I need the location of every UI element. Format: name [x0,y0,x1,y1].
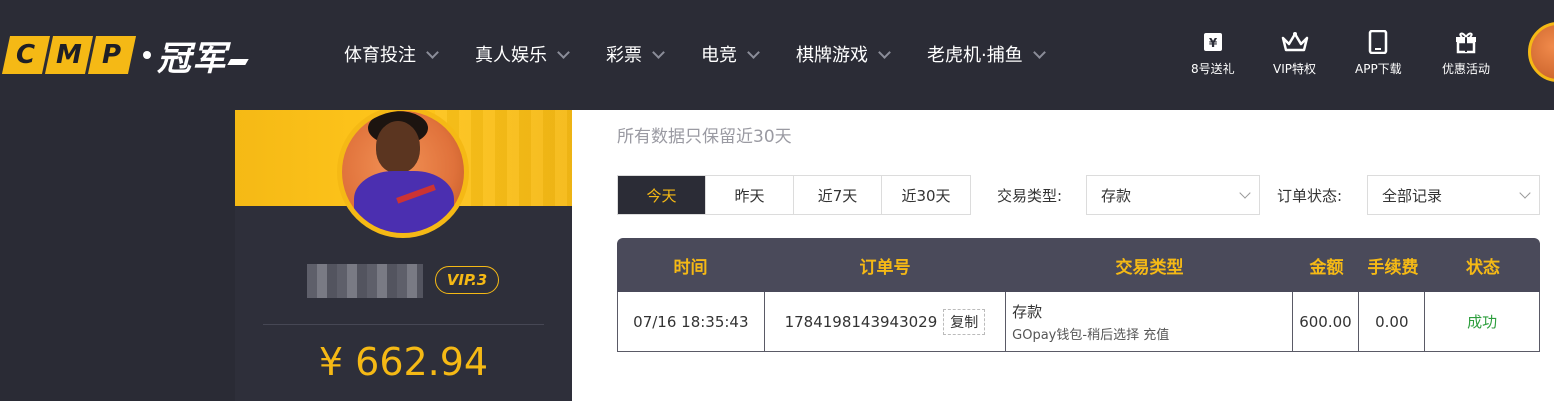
chevron-down-icon [1032,45,1046,59]
order-status-label: 订单状态: [1277,186,1343,205]
cell-time: 07/16 18:35:43 [618,292,765,351]
svg-text:¥: ¥ [1209,36,1218,50]
user-avatar[interactable] [1528,22,1554,82]
transaction-records: 所有数据只保留近30天 今天 昨天 近7天 近30天 交易类型: 存款 订单状态… [572,110,1554,401]
nav-item-esports[interactable]: 电竞 [701,41,760,67]
type-main: 存款 [1012,302,1043,321]
column-header-amount: 金额 [1309,257,1344,278]
table-row: 07/16 18:35:43 1784198143943029 复制 存款 GO… [617,292,1540,352]
nav-item-sports[interactable]: 体育投注 [344,41,439,67]
tab-today[interactable]: 今天 [618,176,706,214]
main-nav: 体育投注 真人娱乐 彩票 电竞 棋牌游戏 老虎机·捕鱼 [344,40,1082,68]
data-retention-notice: 所有数据只保留近30天 [617,127,792,147]
order-status-select[interactable]: 全部记录 [1367,175,1540,215]
cell-fee: 0.00 [1359,292,1426,351]
chevron-down-icon [426,45,439,59]
vip-level-badge: VIP.3 [435,266,499,294]
chevron-down-icon [557,45,570,59]
date-range-tabs: 今天 昨天 近7天 近30天 [617,175,971,215]
tab-last-7-days[interactable]: 近7天 [794,176,882,214]
gift-box-icon: ¥ [1201,30,1225,54]
quick-link-app[interactable]: APP下载 [1355,30,1402,77]
chevron-down-icon [1519,187,1531,199]
nav-item-lottery[interactable]: 彩票 [606,41,665,67]
column-header-order-no: 订单号 [859,257,911,278]
chevron-down-icon [1239,187,1251,199]
username-blurred [307,264,423,298]
profile-avatar[interactable] [337,110,469,238]
copy-button[interactable]: 复制 [943,308,986,335]
column-header-fee: 手续费 [1367,257,1419,278]
crown-icon [1281,30,1309,54]
quick-link-promotions[interactable]: 优惠活动 [1442,30,1490,77]
column-header-time: 时间 [673,257,708,278]
nav-item-live-casino[interactable]: 真人娱乐 [475,41,570,67]
table-header: 时间 订单号 交易类型 金额 手续费 状态 [617,238,1540,292]
top-header: C M P 冠军 体育投注 真人娱乐 彩票 电竞 棋牌游戏 老虎机·捕鱼 ¥ 8… [0,0,1554,110]
column-header-type: 交易类型 [1115,257,1184,278]
quick-link-gift[interactable]: ¥ 8号送礼 [1191,30,1235,77]
type-detail: GOpay钱包-稍后选择 充值 [1012,327,1170,343]
tab-last-30-days[interactable]: 近30天 [882,176,970,214]
chevron-down-icon [747,45,760,59]
order-number: 1784198143943029 [784,312,938,331]
brand-logo[interactable]: C M P 冠军 [1,34,249,79]
tab-yesterday[interactable]: 昨天 [706,176,794,214]
cell-order-no: 1784198143943029 复制 [765,292,1007,351]
transaction-type-select[interactable]: 存款 [1086,175,1260,215]
present-icon [1454,30,1478,54]
cell-status: 成功 [1467,313,1498,331]
cell-type: 存款 GOpay钱包-稍后选择 充值 [1006,292,1293,351]
transaction-type-label: 交易类型: [997,186,1063,205]
nav-item-slots-fishing[interactable]: 老虎机·捕鱼 [927,41,1046,67]
nav-item-card-games[interactable]: 棋牌游戏 [796,41,891,67]
column-header-status: 状态 [1466,257,1500,278]
chevron-down-icon [878,45,891,59]
transactions-table: 时间 订单号 交易类型 金额 手续费 状态 07/16 18:35:43 178… [617,238,1540,352]
profile-panel: VIP.3 ¥ 662.94 [235,110,572,401]
divider [263,324,544,325]
chevron-down-icon [652,45,665,59]
phone-icon [1368,30,1388,54]
account-balance: ¥ 662.94 [318,340,489,384]
quick-link-vip[interactable]: VIP特权 [1273,30,1316,77]
cell-amount: 600.00 [1293,292,1360,351]
